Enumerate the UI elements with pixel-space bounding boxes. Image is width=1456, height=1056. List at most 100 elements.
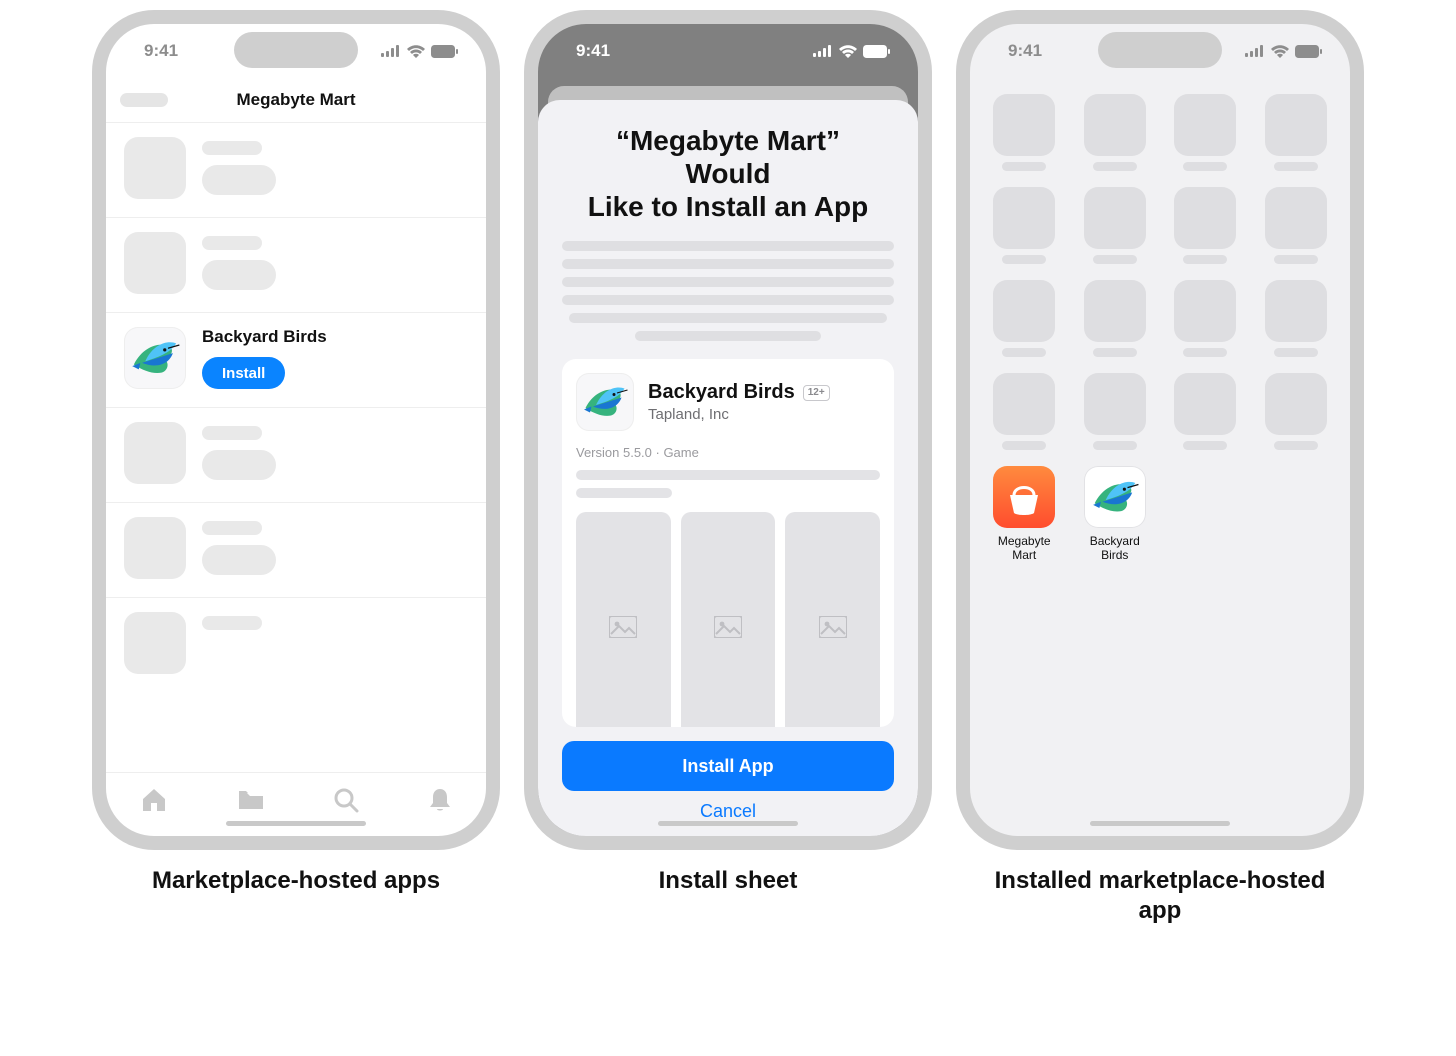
search-icon[interactable] — [333, 787, 359, 813]
placeholder-line — [576, 488, 672, 498]
dynamic-island — [1098, 32, 1222, 68]
app-slot[interactable] — [1081, 373, 1150, 450]
app-slot[interactable] — [1081, 187, 1150, 264]
home-icon[interactable] — [140, 787, 168, 813]
sheet-title-line1: “Megabyte Mart” Would — [616, 125, 840, 189]
app-icon-placeholder — [124, 422, 186, 484]
install-button[interactable]: Install — [202, 357, 285, 389]
home-screen-grid: Megabyte Mart Backyard Birds — [970, 78, 1350, 579]
cellular-icon — [1245, 45, 1265, 57]
placeholder-pill — [202, 545, 276, 575]
app-slot[interactable] — [1262, 373, 1331, 450]
app-slot[interactable] — [1262, 187, 1331, 264]
app-label: Megabyte Mart — [998, 534, 1051, 563]
status-icons — [1245, 45, 1322, 58]
list-item[interactable] — [106, 408, 486, 503]
placeholder-pill — [202, 165, 276, 195]
nav-title: Megabyte Mart — [236, 90, 355, 110]
install-app-button[interactable]: Install App — [562, 741, 894, 791]
cellular-icon — [381, 45, 401, 57]
home-indicator[interactable] — [1090, 821, 1230, 826]
dynamic-island — [234, 32, 358, 68]
phone-marketplace: 9:41 Megabyte Mart — [92, 10, 500, 850]
install-sheet: “Megabyte Mart” Would Like to Install an… — [538, 100, 918, 836]
phone-home-screen: 9:41 — [956, 10, 1364, 850]
battery-icon — [1295, 45, 1322, 58]
screenshot-row[interactable] — [576, 512, 880, 727]
basket-icon — [1000, 473, 1048, 521]
image-icon — [819, 616, 847, 638]
app-icon-backyard-birds — [576, 373, 634, 431]
app-slot[interactable] — [990, 280, 1059, 357]
description-placeholder — [562, 241, 894, 341]
app-label: Backyard Birds — [1090, 534, 1140, 563]
wifi-icon — [407, 45, 425, 58]
nav-bar: Megabyte Mart — [106, 78, 486, 122]
status-icons — [813, 45, 890, 58]
list-item[interactable] — [106, 122, 486, 218]
card-app-name: Backyard Birds 12+ — [648, 381, 830, 404]
bell-icon[interactable] — [428, 787, 452, 813]
screenshot-placeholder — [785, 512, 880, 727]
placeholder-line — [202, 426, 262, 440]
list-item[interactable] — [106, 218, 486, 313]
image-icon — [714, 616, 742, 638]
app-slot[interactable] — [1171, 187, 1240, 264]
home-indicator[interactable] — [226, 821, 366, 826]
app-slot[interactable] — [1081, 94, 1150, 171]
cancel-button[interactable]: Cancel — [562, 801, 894, 822]
list-item[interactable] — [106, 503, 486, 598]
app-slot[interactable] — [1171, 280, 1240, 357]
app-slot[interactable] — [1171, 94, 1240, 171]
app-list: Backyard Birds Install — [106, 122, 486, 772]
folder-icon[interactable] — [237, 789, 265, 811]
caption: Install sheet — [659, 866, 798, 896]
placeholder-line — [202, 616, 262, 630]
app-icon-placeholder — [124, 612, 186, 674]
phone-install-sheet: 9:41 “Megabyte Mart” Would Like to Insta… — [524, 10, 932, 850]
screenshot-placeholder — [681, 512, 776, 727]
app-name: Backyard Birds — [202, 327, 327, 347]
home-indicator[interactable] — [658, 821, 798, 826]
placeholder-line — [202, 236, 262, 250]
app-slot[interactable] — [990, 187, 1059, 264]
status-time: 9:41 — [1008, 41, 1042, 61]
hummingbird-icon — [581, 378, 629, 426]
placeholder-line — [202, 141, 262, 155]
app-icon-placeholder — [124, 232, 186, 294]
sheet-title: “Megabyte Mart” Would Like to Install an… — [562, 124, 894, 223]
placeholder-pill — [202, 450, 276, 480]
caption: Installed marketplace-hosted app — [980, 866, 1340, 926]
tab-bar — [106, 772, 486, 836]
app-slot[interactable] — [1171, 373, 1240, 450]
status-icons — [381, 45, 458, 58]
app-slot[interactable] — [1262, 94, 1331, 171]
placeholder-pill — [202, 260, 276, 290]
list-item-featured[interactable]: Backyard Birds Install — [106, 313, 486, 408]
app-slot[interactable] — [1262, 280, 1331, 357]
battery-icon — [431, 45, 458, 58]
app-megabyte-mart[interactable]: Megabyte Mart — [990, 466, 1059, 563]
battery-icon — [863, 45, 890, 58]
age-badge: 12+ — [803, 385, 830, 401]
backyard-birds-icon — [1084, 466, 1146, 528]
status-time: 9:41 — [576, 41, 610, 61]
dynamic-island — [666, 32, 790, 68]
card-developer: Tapland, Inc — [648, 406, 830, 423]
hummingbird-icon — [1090, 472, 1140, 522]
wifi-icon — [1271, 45, 1289, 58]
back-button[interactable] — [120, 93, 168, 107]
app-card: Backyard Birds 12+ Tapland, Inc Version … — [562, 359, 894, 727]
app-icon-placeholder — [124, 137, 186, 199]
placeholder-line — [576, 470, 880, 480]
app-backyard-birds[interactable]: Backyard Birds — [1081, 466, 1150, 563]
app-slot[interactable] — [990, 94, 1059, 171]
card-meta: Version 5.5.0 · Game — [576, 445, 880, 460]
wifi-icon — [839, 45, 857, 58]
megabyte-mart-icon — [993, 466, 1055, 528]
placeholder-line — [202, 521, 262, 535]
app-slot[interactable] — [1081, 280, 1150, 357]
cellular-icon — [813, 45, 833, 57]
app-slot[interactable] — [990, 373, 1059, 450]
list-item[interactable] — [106, 598, 486, 692]
